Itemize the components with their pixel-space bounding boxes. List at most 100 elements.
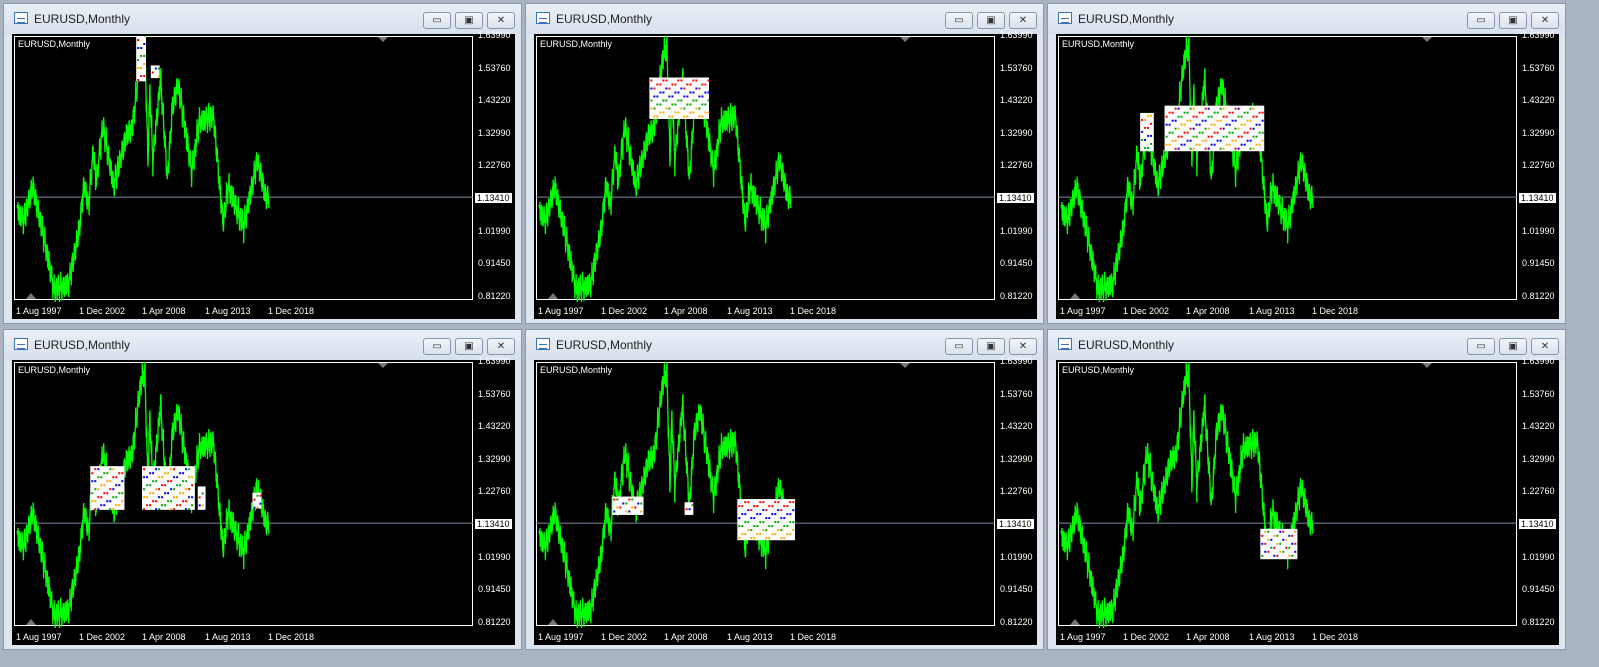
trade-marker	[1168, 143, 1171, 146]
price-axis-label: 1.22760	[1522, 160, 1555, 171]
close-button[interactable]: ✕	[1009, 12, 1037, 29]
trade-marker	[1147, 114, 1150, 117]
price-chart[interactable]: EURUSD,Monthly 1.63990 1.53760 1.43220 1.329…	[1056, 356, 1559, 645]
title-bar[interactable]: EURUSD,Monthly ▭ ▣ ✕	[1048, 330, 1565, 360]
title-bar[interactable]: EURUSD,Monthly ▭ ▣ ✕	[1048, 4, 1565, 34]
trade-marker	[683, 115, 686, 118]
trade-marker	[653, 107, 656, 110]
price-axis-label: 1.32990	[1522, 127, 1555, 138]
trade-marker	[1282, 550, 1285, 553]
trade-marker	[170, 480, 173, 483]
trade-marker	[753, 537, 756, 540]
trade-marker	[146, 476, 149, 479]
trade-marker	[1246, 131, 1249, 134]
trade-marker	[198, 504, 201, 507]
price-chart[interactable]: EURUSD,Monthly 1.63990 1.53760 1.43220 1.329…	[12, 356, 515, 645]
price-axis-label: 1.22760	[1000, 486, 1033, 497]
restore-button[interactable]: ▣	[1499, 12, 1527, 29]
date-axis-label: 1 Aug 2013	[727, 306, 773, 316]
window-title: EURUSD,Monthly	[1078, 12, 1175, 26]
trade-marker	[1291, 534, 1294, 537]
trade-marker	[1213, 143, 1216, 146]
trade-marker	[185, 468, 188, 471]
trade-marker	[121, 472, 124, 475]
trade-marker	[1222, 107, 1225, 110]
trade-marker	[762, 501, 765, 504]
trade-marker	[780, 529, 783, 532]
minimize-button[interactable]: ▭	[423, 338, 451, 355]
chart-window-6[interactable]: EURUSD,Monthly ▭ ▣ ✕ EURUSD,Monthly 1.639…	[1047, 329, 1566, 650]
trade-marker	[1237, 147, 1240, 150]
trade-marker	[158, 468, 161, 471]
close-button[interactable]: ✕	[1531, 12, 1559, 29]
chart-window-3[interactable]: EURUSD,Monthly ▭ ▣ ✕ EURUSD,Monthly 1.639…	[1047, 3, 1566, 324]
trade-marker	[1237, 127, 1240, 130]
trade-marker	[704, 83, 707, 86]
trade-marker	[182, 492, 185, 495]
trade-marker	[1180, 115, 1183, 118]
trade-marker	[1198, 131, 1201, 134]
trade-marker	[762, 529, 765, 532]
trade-marker	[1231, 111, 1234, 114]
trade-marker	[1243, 111, 1246, 114]
date-axis-label: 1 Dec 2002	[79, 632, 126, 642]
trade-marker	[1249, 127, 1252, 130]
title-bar[interactable]: EURUSD,Monthly ▭ ▣ ✕	[4, 4, 521, 34]
minimize-button[interactable]: ▭	[945, 12, 973, 29]
restore-button[interactable]: ▣	[1499, 338, 1527, 355]
trade-marker	[1291, 554, 1294, 557]
trade-marker	[738, 517, 741, 520]
title-bar[interactable]: EURUSD,Monthly ▭ ▣ ✕	[526, 330, 1043, 360]
price-line	[1060, 36, 1314, 302]
price-chart[interactable]: EURUSD,Monthly 1.63990 1.53760 1.43220 1.329…	[534, 30, 1037, 319]
price-chart[interactable]: EURUSD,Monthly 1.63990 1.53760 1.43220 1.329…	[534, 356, 1037, 645]
minimize-button[interactable]: ▭	[1467, 12, 1495, 29]
chart-window-4[interactable]: EURUSD,Monthly ▭ ▣ ✕ EURUSD,Monthly 1.639…	[3, 329, 522, 650]
chart-canvas	[536, 36, 995, 302]
restore-button[interactable]: ▣	[455, 338, 483, 355]
trade-marker	[1141, 130, 1144, 133]
restore-button[interactable]: ▣	[977, 338, 1005, 355]
chart-window-5[interactable]: EURUSD,Monthly ▭ ▣ ✕ EURUSD,Monthly 1.639…	[525, 329, 1044, 650]
close-button[interactable]: ✕	[487, 12, 515, 29]
close-button[interactable]: ✕	[1531, 338, 1559, 355]
trade-marker	[106, 492, 109, 495]
trade-marker	[738, 537, 741, 540]
price-axis-label: 1.63990	[478, 356, 511, 366]
trade-marker	[1207, 115, 1210, 118]
price-axis-label: 1.53760	[478, 388, 511, 399]
price-axis-label: 1.53760	[1522, 62, 1555, 73]
trade-marker	[1144, 146, 1147, 149]
trade-marker	[680, 87, 683, 90]
date-axis-label: 1 Dec 2018	[1312, 632, 1359, 642]
trade-marker	[765, 529, 768, 532]
trade-marker	[756, 505, 759, 508]
minimize-button[interactable]: ▭	[423, 12, 451, 29]
chart-window-2[interactable]: EURUSD,Monthly ▭ ▣ ✕ EURUSD,Monthly 1.639…	[525, 3, 1044, 324]
close-button[interactable]: ✕	[487, 338, 515, 355]
trade-marker	[686, 95, 689, 98]
title-bar[interactable]: EURUSD,Monthly ▭ ▣ ✕	[526, 4, 1043, 34]
trade-marker	[650, 99, 653, 102]
price-axis-label: 1.32990	[1000, 453, 1033, 464]
restore-button[interactable]: ▣	[977, 12, 1005, 29]
trade-marker	[256, 494, 259, 497]
title-bar[interactable]: EURUSD,Monthly ▭ ▣ ✕	[4, 330, 521, 360]
trade-marker	[786, 505, 789, 508]
chart-window-1[interactable]: EURUSD,Monthly ▭ ▣ ✕ EURUSD,Monthly 1.639…	[3, 3, 522, 324]
price-axis-label: 1.53760	[478, 62, 511, 73]
price-chart[interactable]: EURUSD,Monthly 1.63990 1.53760 1.43220 1.329…	[12, 30, 515, 319]
minimize-button[interactable]: ▭	[1467, 338, 1495, 355]
trade-marker	[674, 91, 677, 94]
trade-marker	[1183, 131, 1186, 134]
trade-marker	[695, 87, 698, 90]
trade-marker	[689, 83, 692, 86]
close-button[interactable]: ✕	[1009, 338, 1037, 355]
trade-marker	[94, 468, 97, 471]
trade-marker	[1210, 115, 1213, 118]
trade-marker	[1189, 119, 1192, 122]
trade-marker	[1183, 123, 1186, 126]
minimize-button[interactable]: ▭	[945, 338, 973, 355]
restore-button[interactable]: ▣	[455, 12, 483, 29]
price-chart[interactable]: EURUSD,Monthly 1.63990 1.53760 1.43220 1.329…	[1056, 30, 1559, 319]
